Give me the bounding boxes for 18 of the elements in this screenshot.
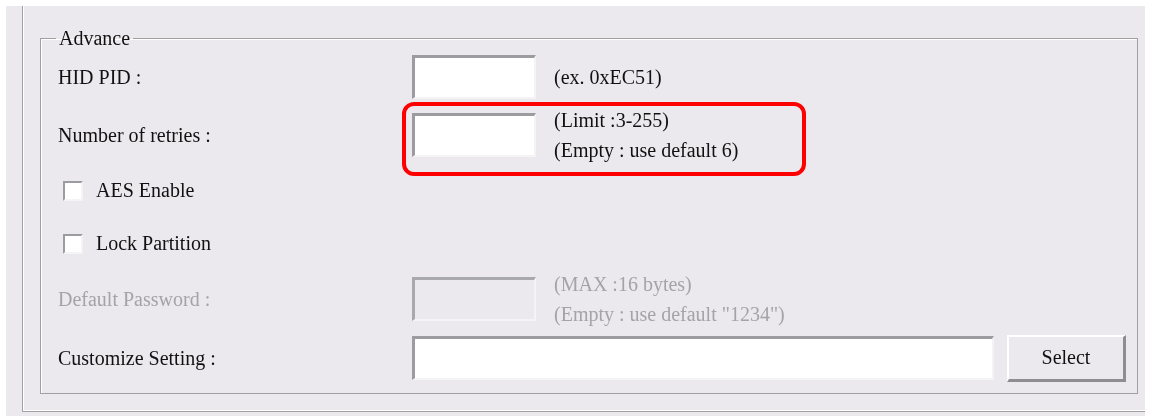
hint-text: (ex. 0xEC51) xyxy=(554,66,662,88)
input-field[interactable] xyxy=(412,113,536,157)
select-button[interactable]: Select xyxy=(1007,334,1126,382)
group-title: Advance xyxy=(58,28,132,48)
field-label: Number of retries : xyxy=(58,123,212,147)
checkbox-label: AES Enable xyxy=(96,179,195,202)
input-field[interactable] xyxy=(412,336,994,380)
hint-text: (Empty : use default 6) xyxy=(554,139,739,161)
checkbox[interactable] xyxy=(63,233,83,254)
hint-text: (Empty : use default "1234") xyxy=(554,303,785,325)
field-label: Default Password : xyxy=(58,287,212,311)
field-label: Customize Setting : xyxy=(58,346,217,370)
field-label: HID PID : xyxy=(58,65,143,89)
checkbox-label: Lock Partition xyxy=(96,232,211,255)
checkbox[interactable] xyxy=(63,180,83,201)
input-field[interactable] xyxy=(412,55,536,99)
hint-text: (MAX :16 bytes) xyxy=(554,273,693,295)
hint-text: (Limit :3-255) xyxy=(554,109,670,131)
